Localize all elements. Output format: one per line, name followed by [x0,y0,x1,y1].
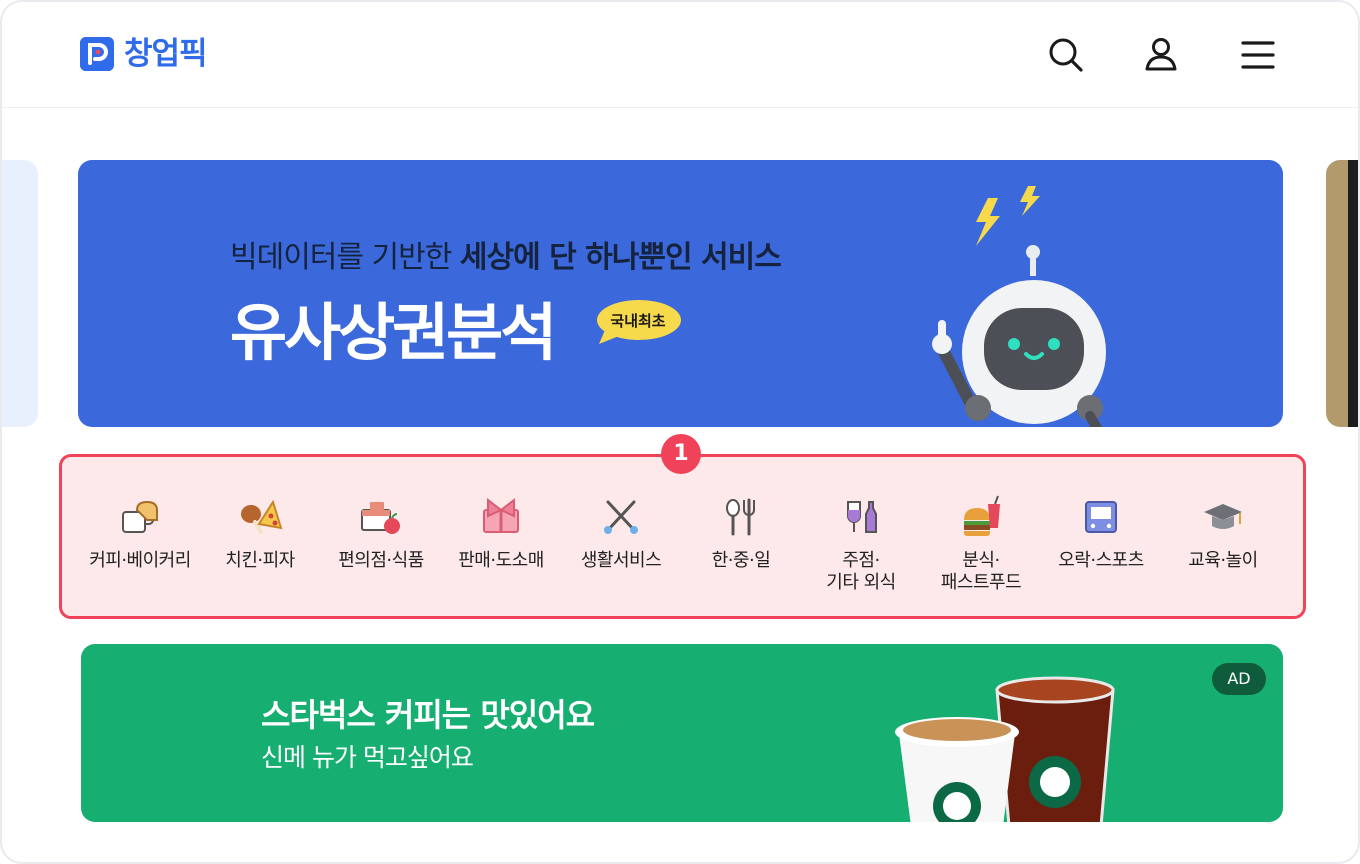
category-living-services[interactable]: 생활서비스 [557,494,685,572]
user-icon[interactable] [1142,36,1180,74]
category-korean-chinese-japanese[interactable]: 한·중·일 [677,494,805,572]
hero-subtitle: 빅데이터를 기반한 세상에 단 하나뿐인 서비스 [230,232,782,276]
category-chicken-pizza[interactable]: 치킨·피자 [196,494,324,572]
coffee-bakery-icon [122,500,158,533]
category-convenience-food[interactable]: 편의점·식품 [317,494,445,572]
burger-drink-icon [964,495,1000,536]
gift-ribbon-icon [483,497,519,533]
menu-icon[interactable] [1239,36,1277,74]
ad-title: 스타벅스 커피는 맛있어요 [261,696,595,734]
ad-subtitle: 신메 뉴가 먹고싶어요 [261,743,474,772]
hero-badge: 국내최초 [595,298,681,346]
category-coffee-bakery[interactable]: 커피·베이커리 [76,494,204,572]
bottle-glass-icon [847,501,877,533]
category-label: 한·중·일 [711,550,771,571]
search-icon[interactable] [1047,36,1085,74]
category-label: 생활서비스 [580,550,662,571]
category-label: 편의점·식품 [338,550,424,571]
category-entertainment-sports[interactable]: 오락·스포츠 [1037,494,1165,572]
coffee-cups-icon [895,676,1115,822]
hero-subtitle-bold: 세상에 단 하나뿐인 서비스 [459,240,782,275]
category-label: 주점· 기타 외식 [826,550,896,593]
header: 창업픽 [2,2,1358,108]
category-retail-wholesale[interactable]: 판매·도소매 [437,494,565,572]
logo[interactable]: 창업픽 [80,36,208,72]
category-education-play[interactable]: 교육·놀이 [1159,494,1287,572]
category-snack-fastfood[interactable]: 분식· 패스트푸드 [917,494,1045,594]
carousel-prev-slide[interactable] [2,160,38,427]
hero-title: 유사상권분석 [230,296,557,369]
hero-subtitle-plain: 빅데이터를 기반한 [230,240,460,275]
chicken-pizza-icon [241,499,283,534]
logo-text: 창업픽 [124,36,208,72]
logo-icon [80,37,114,71]
hero-banner[interactable]: 빅데이터를 기반한 세상에 단 하나뿐인 서비스 유사상권분석 국내최초 [78,160,1283,427]
category-label: 커피·베이커리 [89,550,191,571]
robot-mascot-icon [932,186,1106,427]
graduation-cap-icon [1204,504,1242,529]
ad-badge: AD [1212,663,1266,695]
convenience-store-icon [361,502,400,534]
category-label: 오락·스포츠 [1058,550,1144,571]
hero-badge-text: 국내최초 [610,312,666,330]
ad-banner[interactable]: 스타벅스 커피는 맛있어요 신메 뉴가 먹고싶어요 AD [81,644,1283,822]
spoon-fork-icon [726,498,755,536]
annotation-marker: 1 [661,434,701,474]
tools-icon [604,500,638,534]
app-frame: 창업픽 빅데이터를 기반한 세상에 단 하나뿐인 서비스 유사상권분석 국내최초… [0,0,1360,864]
category-label: 분식· 패스트푸드 [940,550,1022,593]
category-label: 치킨·피자 [225,550,295,571]
category-pub-dining[interactable]: 주점· 기타 외식 [797,494,925,594]
game-console-icon [1085,501,1117,533]
category-label: 판매·도소매 [458,550,544,571]
carousel-next-slide[interactable] [1326,160,1358,427]
category-label: 교육·놀이 [1188,550,1258,571]
